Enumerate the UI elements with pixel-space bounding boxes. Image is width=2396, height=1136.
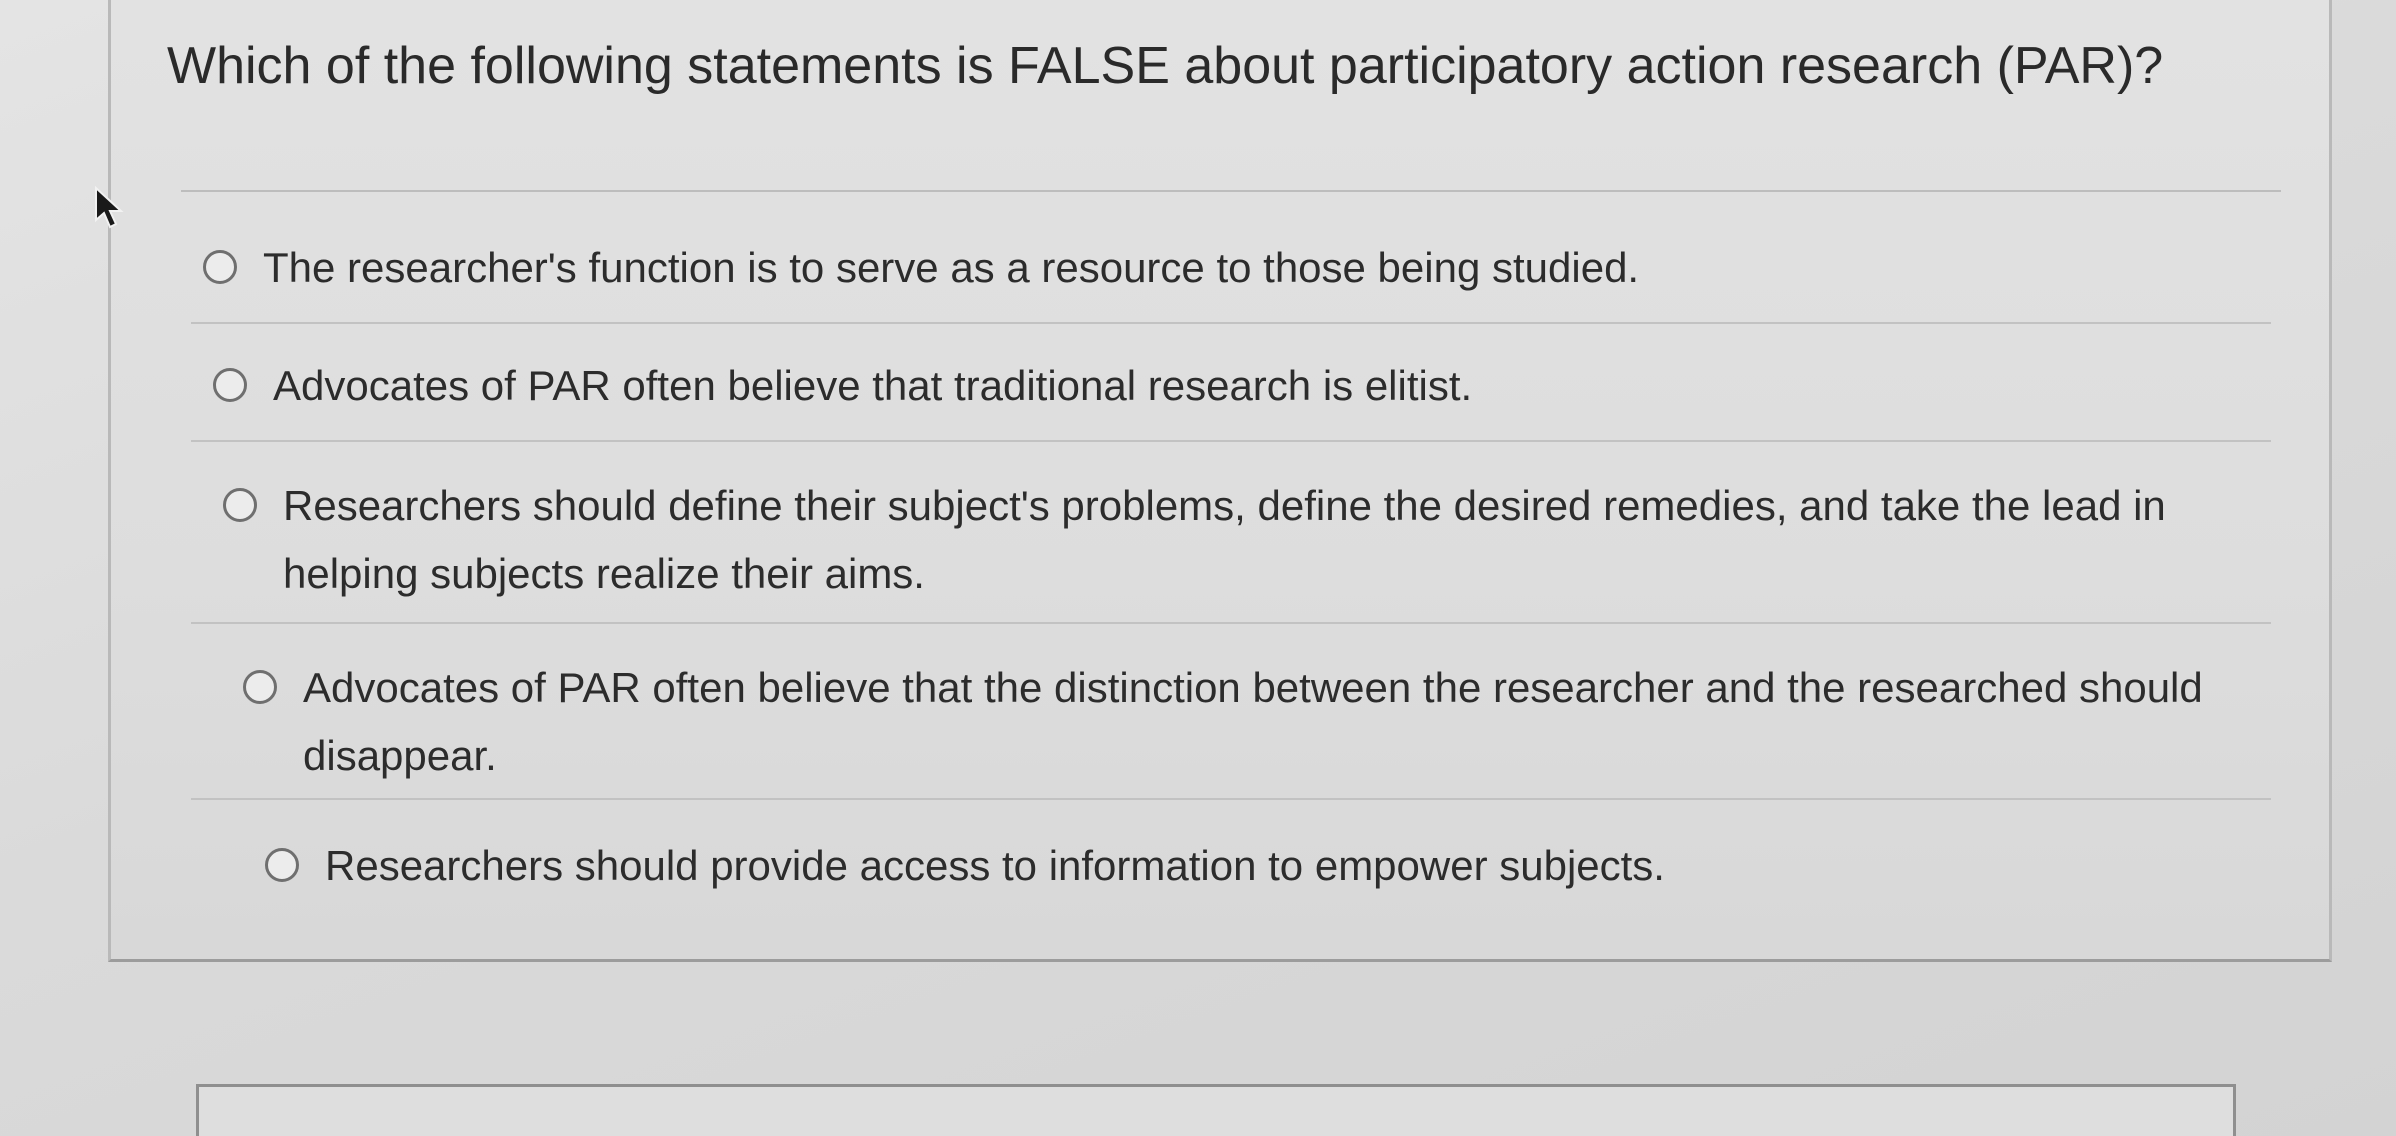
answer-label: Researchers should provide access to inf… — [325, 842, 1665, 889]
radio-button-icon[interactable] — [203, 250, 237, 284]
answer-label: Advocates of PAR often believe that trad… — [273, 362, 1473, 409]
next-question-card — [196, 1084, 2236, 1136]
answer-option-3[interactable]: Researchers should define their subject'… — [191, 442, 2271, 624]
question-card: Which of the following statements is FAL… — [108, 0, 2332, 962]
answer-option-2[interactable]: Advocates of PAR often believe that trad… — [191, 324, 2271, 442]
answer-option-1[interactable]: The researcher's function is to serve as… — [191, 220, 2271, 324]
answer-option-5[interactable]: Researchers should provide access to inf… — [191, 800, 2271, 890]
radio-button-icon[interactable] — [265, 848, 299, 882]
question-divider — [181, 190, 2281, 192]
answer-label: Researchers should define their subject'… — [283, 482, 2166, 597]
answer-option-4[interactable]: Advocates of PAR often believe that the … — [191, 624, 2271, 800]
radio-button-icon[interactable] — [213, 368, 247, 402]
radio-button-icon[interactable] — [223, 488, 257, 522]
radio-button-icon[interactable] — [243, 670, 277, 704]
answer-label: Advocates of PAR often believe that the … — [303, 664, 2203, 779]
quiz-page: Which of the following statements is FAL… — [0, 0, 2396, 1136]
answer-label: The researcher's function is to serve as… — [263, 244, 1640, 291]
answer-options: The researcher's function is to serve as… — [191, 220, 2271, 890]
question-prompt: Which of the following statements is FAL… — [167, 37, 2164, 95]
mouse-pointer-icon — [95, 186, 124, 229]
